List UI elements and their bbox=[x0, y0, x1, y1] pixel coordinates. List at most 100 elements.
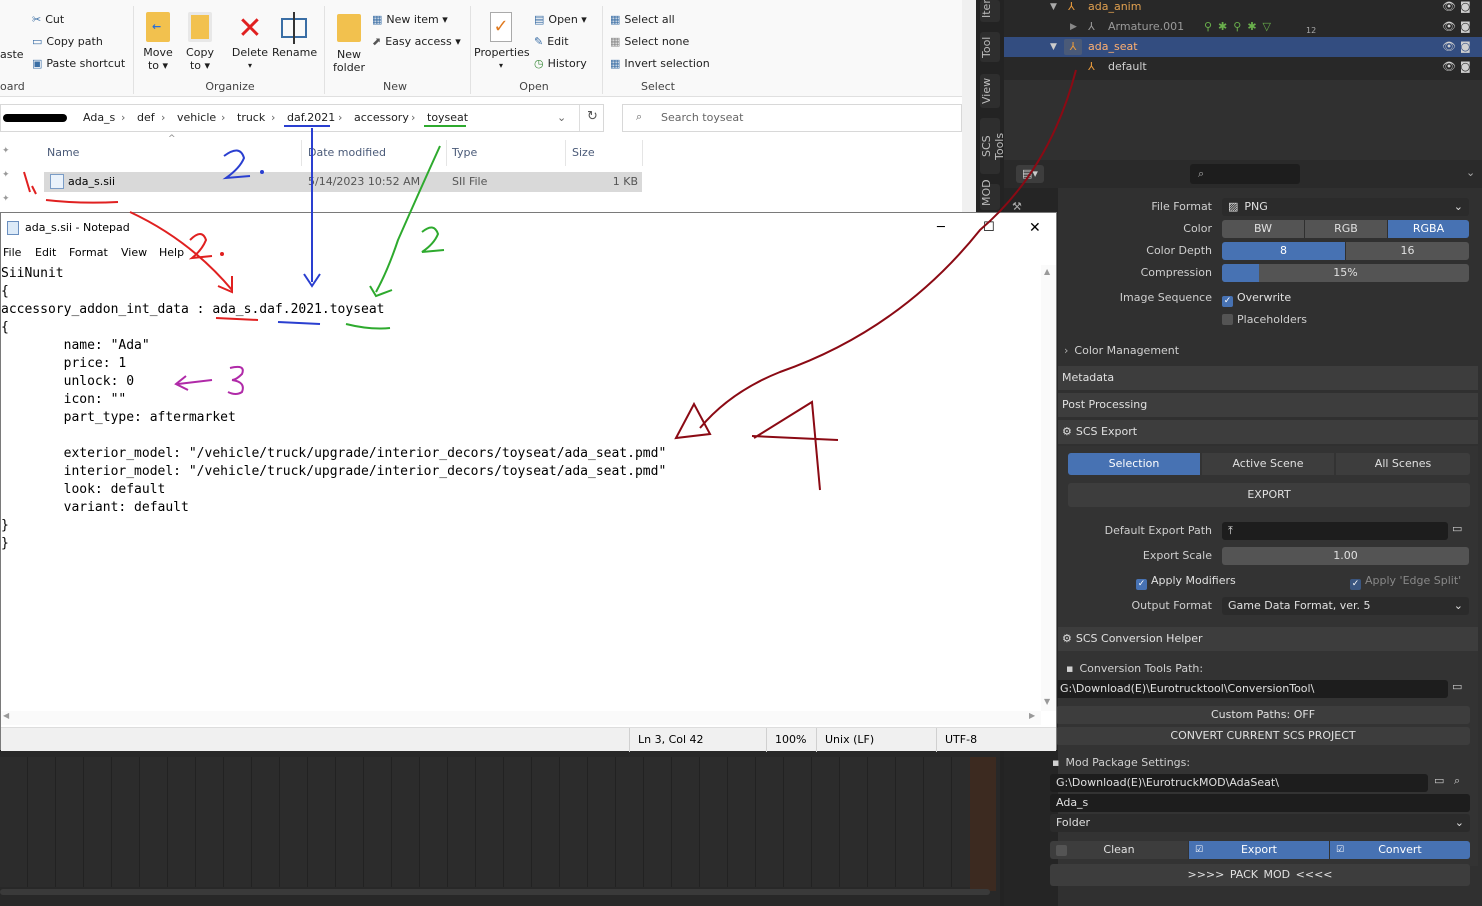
camera-icon[interactable]: ◙ bbox=[1460, 57, 1471, 77]
conversion-tools-path[interactable]: G:\Download(E)\Eurotrucktool\ConversionT… bbox=[1054, 680, 1448, 698]
export-button[interactable]: EXPORT bbox=[1068, 483, 1470, 507]
history-button[interactable]: ◷ History bbox=[534, 57, 587, 71]
color-management-panel[interactable]: › Color Management bbox=[1064, 344, 1179, 357]
select-none-button[interactable]: ▦ Select none bbox=[610, 35, 689, 49]
folder-icon[interactable]: ▭ bbox=[1452, 680, 1462, 693]
menu-edit[interactable]: Edit bbox=[35, 246, 56, 259]
folder-icon[interactable]: ▭ bbox=[1434, 774, 1444, 787]
apply-modifiers-checkbox[interactable]: ✓ Apply Modifiers bbox=[1136, 574, 1236, 590]
column-size[interactable]: Size bbox=[572, 146, 595, 159]
paste-button[interactable]: aste bbox=[0, 48, 24, 62]
tab-view[interactable]: View bbox=[980, 74, 1000, 108]
camera-icon[interactable]: ◙ bbox=[1460, 0, 1471, 17]
move-to-button[interactable]: ← Move to ▾ bbox=[140, 12, 176, 72]
outliner-row-default[interactable]: ⅄ default 👁 ◙ bbox=[1004, 57, 1482, 77]
compression-slider[interactable]: 15% bbox=[1222, 264, 1469, 282]
convert-toggle[interactable]: ☑ Convert bbox=[1330, 841, 1470, 859]
camera-icon[interactable]: ◙ bbox=[1460, 37, 1471, 57]
scs-conversion-panel[interactable]: ⚙ SCS Conversion Helper bbox=[1058, 627, 1478, 651]
menu-view[interactable]: View bbox=[121, 246, 147, 259]
search-input[interactable]: Search toyseat bbox=[622, 104, 962, 132]
paste-shortcut-button[interactable]: ▣ Paste shortcut bbox=[32, 57, 125, 71]
vertical-scrollbar[interactable]: ▲ ▼ bbox=[1041, 265, 1056, 711]
breadcrumb-truck[interactable]: truck bbox=[237, 111, 265, 124]
eye-icon[interactable]: 👁 bbox=[1442, 17, 1456, 37]
color-rgb[interactable]: RGB bbox=[1305, 220, 1387, 238]
default-export-path-field[interactable]: ⤒ bbox=[1222, 522, 1448, 540]
export-toggle[interactable]: ☑ Export bbox=[1189, 841, 1329, 859]
file-row[interactable]: ada_s.sii 5/14/2023 10:52 AM SII File 1 … bbox=[44, 172, 642, 192]
outliner-row-ada-seat[interactable]: ▼ ⅄ ada_seat 👁 ◙ bbox=[1004, 37, 1482, 57]
scope-selection[interactable]: Selection bbox=[1068, 453, 1200, 475]
column-name[interactable]: Name bbox=[47, 146, 79, 159]
breadcrumb-def[interactable]: def bbox=[137, 111, 155, 124]
scs-export-panel[interactable]: ⚙ SCS Export bbox=[1058, 420, 1478, 444]
column-date[interactable]: Date modified bbox=[308, 146, 386, 159]
scope-active-scene[interactable]: Active Scene bbox=[1202, 453, 1334, 475]
address-bar[interactable]: Ada_s › def › vehicle › truck › daf.2021… bbox=[0, 104, 604, 132]
apply-edge-split-checkbox[interactable]: ✓ Apply 'Edge Split' bbox=[1350, 574, 1461, 590]
close-icon[interactable]: ✕ bbox=[1029, 213, 1041, 243]
chevron-down-icon[interactable]: ⌄ bbox=[557, 111, 566, 124]
convert-project-button[interactable]: CONVERT CURRENT SCS PROJECT bbox=[1056, 727, 1470, 745]
cut-button[interactable]: ✂ Cut bbox=[32, 13, 64, 27]
mod-type-select[interactable]: Folder ⌄ bbox=[1050, 814, 1470, 832]
depth-8[interactable]: 8 bbox=[1222, 242, 1345, 260]
easy-access-button[interactable]: ⬈ Easy access ▾ bbox=[372, 35, 461, 49]
pack-mod-button[interactable]: >>>> PACK MOD <<<< bbox=[1050, 864, 1470, 886]
breadcrumb-daf[interactable]: daf.2021 bbox=[287, 111, 335, 124]
invert-selection-button[interactable]: ▦ Invert selection bbox=[610, 57, 710, 71]
outliner-row-ada-anim[interactable]: ▼ ⅄ ada_anim 👁 ◙ bbox=[1004, 0, 1482, 17]
edit-button[interactable]: ✎ Edit bbox=[534, 35, 569, 49]
select-all-button[interactable]: ▦ Select all bbox=[610, 13, 675, 27]
color-bw[interactable]: BW bbox=[1222, 220, 1304, 238]
output-format-select[interactable]: Game Data Format, ver. 5 ⌄ bbox=[1222, 597, 1469, 615]
menu-format[interactable]: Format bbox=[69, 246, 108, 259]
rename-button[interactable]: Rename bbox=[272, 12, 317, 59]
breadcrumb-vehicle[interactable]: vehicle bbox=[177, 111, 216, 124]
maximize-icon[interactable]: ☐ bbox=[983, 213, 995, 243]
metadata-panel[interactable]: Metadata bbox=[1058, 366, 1478, 390]
chevron-down-icon[interactable]: ⌄ bbox=[1466, 166, 1475, 179]
editor-type-dropdown[interactable]: ▤▾ bbox=[1016, 165, 1044, 183]
outliner-row-armature[interactable]: ▶ ⅄ Armature.001 ⚲✱⚲✱▽ 12 👁 ◙ bbox=[1004, 17, 1482, 37]
camera-icon[interactable]: ◙ bbox=[1460, 17, 1471, 37]
tab-scs-tools[interactable]: SCS Tools bbox=[980, 118, 1006, 174]
eye-icon[interactable]: 👁 bbox=[1442, 37, 1456, 57]
copy-path-button[interactable]: ▭ Copy path bbox=[32, 35, 103, 49]
copy-to-button[interactable]: Copy to ▾ bbox=[182, 12, 218, 72]
delete-button[interactable]: ✕ Delete ▾ bbox=[230, 12, 270, 72]
overwrite-checkbox[interactable]: ✓ Overwrite bbox=[1222, 291, 1291, 307]
depth-16[interactable]: 16 bbox=[1346, 242, 1469, 260]
tab-tool[interactable]: Tool bbox=[980, 32, 1000, 62]
menu-help[interactable]: Help bbox=[159, 246, 184, 259]
properties-search[interactable]: ⌕ bbox=[1190, 164, 1300, 184]
breadcrumb-toyseat[interactable]: toyseat bbox=[427, 111, 468, 124]
open-button[interactable]: ▤ Open ▾ bbox=[534, 13, 587, 27]
explorer-scrollbar[interactable] bbox=[962, 0, 976, 212]
new-folder-button[interactable]: New folder bbox=[330, 14, 368, 74]
refresh-icon[interactable]: ↻ bbox=[587, 109, 598, 124]
scope-all-scenes[interactable]: All Scenes bbox=[1336, 453, 1470, 475]
magnify-icon[interactable]: ⌕ bbox=[1454, 774, 1460, 788]
horizontal-scrollbar[interactable]: ◀ ▶ bbox=[1, 711, 1041, 725]
tab-mod[interactable]: MOD bbox=[980, 179, 1000, 210]
file-format-select[interactable]: ▨ PNG ⌄ bbox=[1222, 198, 1469, 216]
mod-name-field[interactable]: Ada_s bbox=[1050, 794, 1470, 812]
new-item-button[interactable]: ▦ New item ▾ bbox=[372, 13, 448, 27]
tab-item[interactable]: Item bbox=[980, 0, 1000, 22]
timeline-scrollbar[interactable] bbox=[0, 889, 990, 895]
custom-paths-toggle[interactable]: Custom Paths: OFF bbox=[1056, 706, 1470, 724]
minimize-icon[interactable]: ─ bbox=[937, 213, 945, 243]
color-rgba[interactable]: RGBA bbox=[1388, 220, 1469, 238]
export-scale-field[interactable]: 1.00 bbox=[1222, 547, 1469, 565]
clean-toggle[interactable]: Clean bbox=[1050, 841, 1188, 859]
properties-button[interactable]: ✓ Properties ▾ bbox=[474, 12, 530, 72]
eye-icon[interactable]: 👁 bbox=[1442, 0, 1456, 17]
post-processing-panel[interactable]: Post Processing bbox=[1058, 393, 1478, 417]
mod-path-field[interactable]: G:\Download(E)\EurotruckMOD\AdaSeat\ bbox=[1050, 774, 1428, 792]
placeholders-checkbox[interactable]: Placeholders bbox=[1222, 313, 1307, 326]
menu-file[interactable]: File bbox=[3, 246, 21, 259]
notepad-editor[interactable]: SiiNunit {accessory_addon_int_data : ada_… bbox=[1, 265, 1041, 711]
breadcrumb-accessory[interactable]: accessory bbox=[354, 111, 409, 124]
